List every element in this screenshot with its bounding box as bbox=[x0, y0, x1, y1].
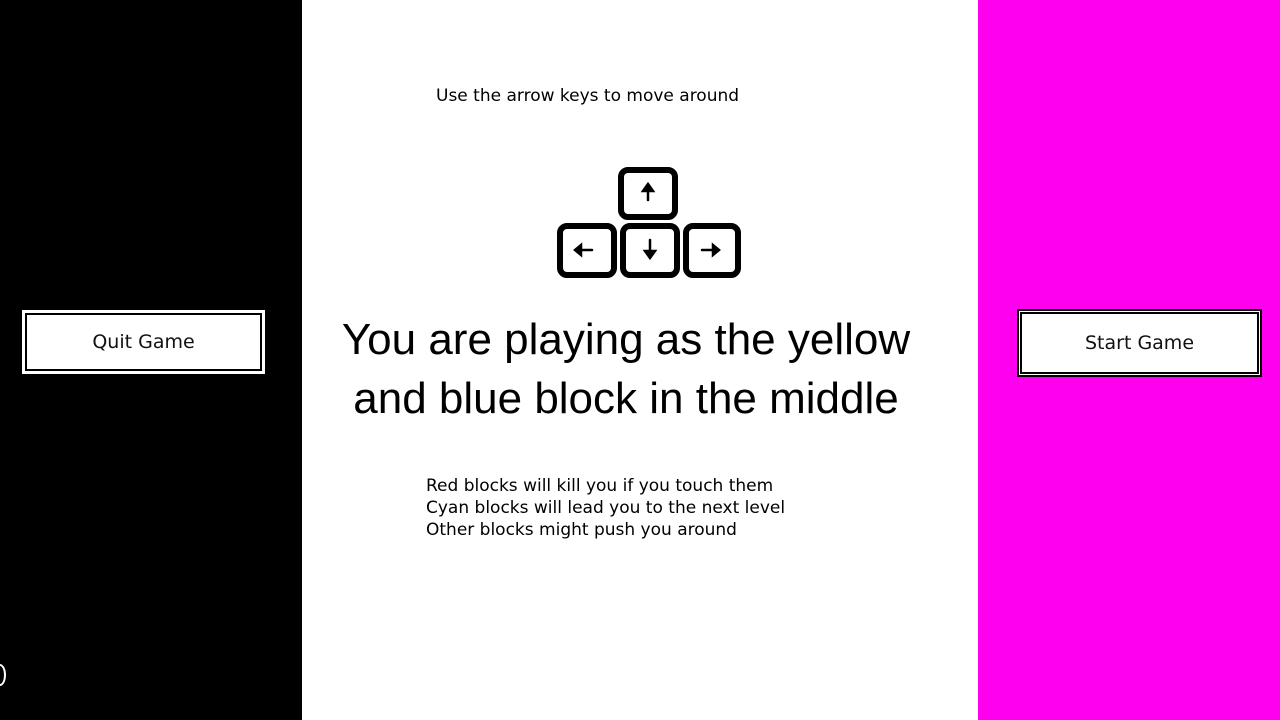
block-rules-list: Red blocks will kill you if you touch th… bbox=[426, 475, 785, 541]
arrow-keys-icon bbox=[554, 164, 744, 280]
edge-glyph bbox=[0, 664, 6, 686]
quit-game-label: Quit Game bbox=[92, 331, 195, 353]
left-quit-panel: Quit Game bbox=[0, 0, 302, 720]
rule-other-blocks: Other blocks might push you around bbox=[426, 520, 737, 540]
game-menu-screen: Quit Game Start Game Use the arrow keys … bbox=[0, 0, 1280, 720]
quit-game-button[interactable]: Quit Game bbox=[22, 310, 265, 374]
start-game-label: Start Game bbox=[1084, 332, 1195, 354]
start-game-button[interactable]: Start Game bbox=[1017, 309, 1262, 377]
headline-line-1: You are playing as the yellow bbox=[341, 315, 911, 364]
rule-red-blocks: Red blocks will kill you if you touch th… bbox=[426, 476, 774, 496]
arrow-keys-hint: Use the arrow keys to move around bbox=[436, 86, 740, 106]
player-description-headline: You are playing as the yellow and blue b… bbox=[302, 310, 950, 428]
headline-line-2: and blue block in the middle bbox=[353, 374, 899, 423]
rule-cyan-blocks: Cyan blocks will lead you to the next le… bbox=[426, 498, 786, 518]
